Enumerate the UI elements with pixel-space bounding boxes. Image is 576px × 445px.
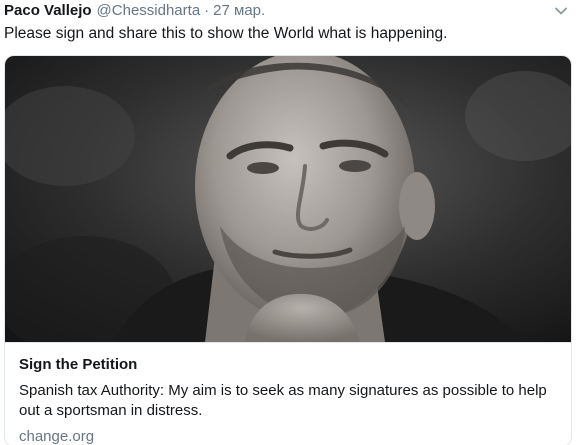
card-title: Sign the Petition (19, 356, 138, 373)
card-description: Spanish tax Authority: My aim is to seek… (19, 382, 547, 419)
header-separator: · (204, 2, 210, 19)
author-handle[interactable]: @Chessidharta (97, 2, 201, 19)
chevron-down-icon[interactable] (554, 4, 568, 18)
card-image (5, 56, 571, 342)
link-card[interactable]: Sign the Petition Spanish tax Authority:… (4, 55, 572, 445)
tweet: Paco Vallejo @Chessidharta · 27 мар. Ple… (0, 0, 576, 445)
tweet-header: Paco Vallejo @Chessidharta · 27 мар. (4, 2, 265, 22)
card-domain: change.org (19, 428, 95, 445)
author-name[interactable]: Paco Vallejo (4, 2, 92, 19)
tweet-text: Please sign and share this to show the W… (4, 25, 448, 42)
card-body: Sign the Petition Spanish tax Authority:… (5, 342, 571, 445)
tweet-timestamp[interactable]: 27 мар. (213, 2, 265, 19)
